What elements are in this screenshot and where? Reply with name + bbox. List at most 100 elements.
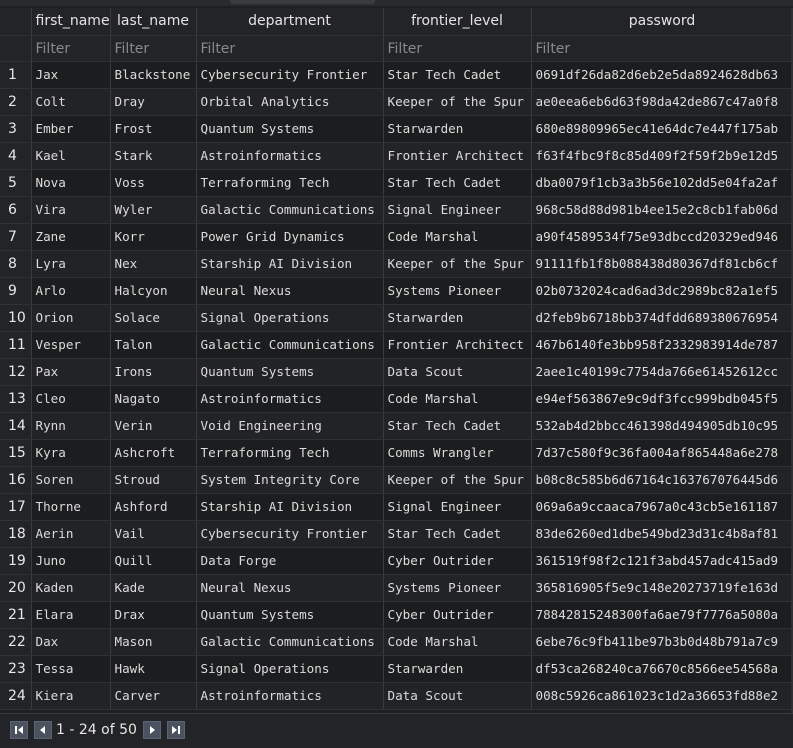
last-name-cell[interactable]: Korr	[110, 223, 197, 251]
department-cell[interactable]: Terraforming Tech	[196, 169, 384, 197]
frontier-level-cell[interactable]: Frontier Architect	[383, 142, 532, 170]
first-name-cell[interactable]: Rynn	[31, 412, 111, 440]
table-row[interactable]: 24 Kiera Carver Astroinformatics Data Scout 0…	[0, 682, 793, 710]
password-cell[interactable]: df53ca268240ca76670c8566ee54568a	[531, 655, 793, 683]
last-name-cell[interactable]: Nex	[110, 250, 197, 278]
first-name-cell[interactable]: Vesper	[31, 331, 111, 359]
last-name-cell[interactable]: Wyler	[110, 196, 197, 224]
column-header-password[interactable]: password	[531, 8, 793, 36]
last-name-cell[interactable]: Irons	[110, 358, 197, 386]
department-cell[interactable]: System Integrity Core	[196, 466, 384, 494]
last-page-button[interactable]	[166, 721, 185, 739]
department-cell[interactable]: Data Forge	[196, 547, 384, 575]
table-row[interactable]: 6 Vira Wyler Galactic Communications Signal …	[0, 196, 793, 224]
department-cell[interactable]: Quantum Systems	[196, 601, 384, 629]
department-cell[interactable]: Terraforming Tech	[196, 439, 384, 467]
department-cell[interactable]: Galactic Communications	[196, 196, 384, 224]
last-name-cell[interactable]: Talon	[110, 331, 197, 359]
frontier-level-cell[interactable]: Frontier Architect	[383, 331, 532, 359]
filter-input-password[interactable]	[533, 38, 791, 59]
first-page-button[interactable]	[10, 721, 28, 739]
first-name-cell[interactable]: Juno	[31, 547, 111, 575]
department-cell[interactable]: Orbital Analytics	[196, 88, 384, 116]
first-name-cell[interactable]: Cleo	[31, 385, 111, 413]
column-header-last-name[interactable]: last_name	[110, 8, 197, 36]
password-cell[interactable]: 2aee1c40199c7754da766e61452612cc	[531, 358, 793, 386]
department-cell[interactable]: Astroinformatics	[196, 682, 384, 710]
department-cell[interactable]: Quantum Systems	[196, 115, 384, 143]
frontier-level-cell[interactable]: Code Marshal	[383, 385, 532, 413]
first-name-cell[interactable]: Vira	[31, 196, 111, 224]
table-row[interactable]: 12 Pax Irons Quantum Systems Data Scout 2aee1…	[0, 358, 793, 386]
first-name-cell[interactable]: Tessa	[31, 655, 111, 683]
next-page-button[interactable]	[142, 721, 161, 739]
last-name-cell[interactable]: Dray	[110, 88, 197, 116]
last-name-cell[interactable]: Hawk	[110, 655, 197, 683]
table-row[interactable]: 11 Vesper Talon Galactic Communications Fron…	[0, 331, 793, 359]
department-cell[interactable]: Void Engineering	[196, 412, 384, 440]
frontier-level-cell[interactable]: Keeper of the Spur	[383, 88, 532, 116]
first-name-cell[interactable]: Nova	[31, 169, 111, 197]
last-name-cell[interactable]: Stark	[110, 142, 197, 170]
first-name-cell[interactable]: Dax	[31, 628, 111, 656]
department-cell[interactable]: Starship AI Division	[196, 250, 384, 278]
frontier-level-cell[interactable]: Star Tech Cadet	[383, 520, 532, 548]
frontier-level-cell[interactable]: Signal Engineer	[383, 493, 532, 521]
table-row[interactable]: 15 Kyra Ashcroft Terraforming Tech Comms Wra…	[0, 439, 793, 467]
table-row[interactable]: 2 Colt Dray Orbital Analytics Keeper of the …	[0, 88, 793, 116]
department-cell[interactable]: Galactic Communications	[196, 331, 384, 359]
first-name-cell[interactable]: Zane	[31, 223, 111, 251]
frontier-level-cell[interactable]: Data Scout	[383, 358, 532, 386]
first-name-cell[interactable]: Lyra	[31, 250, 111, 278]
department-cell[interactable]: Neural Nexus	[196, 277, 384, 305]
frontier-level-cell[interactable]: Starwarden	[383, 304, 532, 332]
password-cell[interactable]: 0691df26da82d6eb2e5da8924628db63	[531, 61, 793, 89]
table-row[interactable]: 7 Zane Korr Power Grid Dynamics Code Marshal…	[0, 223, 793, 251]
last-name-cell[interactable]: Drax	[110, 601, 197, 629]
password-cell[interactable]: 02b0732024cad6ad3dc2989bc82a1ef5	[531, 277, 793, 305]
first-name-cell[interactable]: Colt	[31, 88, 111, 116]
frontier-level-cell[interactable]: Systems Pioneer	[383, 277, 532, 305]
last-name-cell[interactable]: Blackstone	[110, 61, 197, 89]
password-cell[interactable]: 069a6a9ccaaca7967a0c43cb5e161187	[531, 493, 793, 521]
last-name-cell[interactable]: Nagato	[110, 385, 197, 413]
department-cell[interactable]: Starship AI Division	[196, 493, 384, 521]
first-name-cell[interactable]: Kael	[31, 142, 111, 170]
password-cell[interactable]: 467b6140fe3bb958f2332983914de787	[531, 331, 793, 359]
frontier-level-cell[interactable]: Star Tech Cadet	[383, 412, 532, 440]
department-cell[interactable]: Astroinformatics	[196, 142, 384, 170]
table-row[interactable]: 13 Cleo Nagato Astroinformatics Code Marshal…	[0, 385, 793, 413]
password-cell[interactable]: 968c58d88d981b4ee15e2c8cb1fab06d	[531, 196, 793, 224]
column-header-first-name[interactable]: first_name	[31, 8, 111, 36]
table-row[interactable]: 21 Elara Drax Quantum Systems Cyber Outrider…	[0, 601, 793, 629]
password-cell[interactable]: 83de6260ed1dbe549bd23d31c4b8af81	[531, 520, 793, 548]
column-header-department[interactable]: department	[196, 8, 384, 36]
table-row[interactable]: 19 Juno Quill Data Forge Cyber Outrider 36151…	[0, 547, 793, 575]
last-name-cell[interactable]: Vail	[110, 520, 197, 548]
last-name-cell[interactable]: Carver	[110, 682, 197, 710]
first-name-cell[interactable]: Elara	[31, 601, 111, 629]
password-cell[interactable]: 7d37c580f9c36fa004af865448a6e278	[531, 439, 793, 467]
table-row[interactable]: 16 Soren Stroud System Integrity Core Keeper…	[0, 466, 793, 494]
first-name-cell[interactable]: Soren	[31, 466, 111, 494]
frontier-level-cell[interactable]: Code Marshal	[383, 628, 532, 656]
frontier-level-cell[interactable]: Star Tech Cadet	[383, 61, 532, 89]
department-cell[interactable]: Quantum Systems	[196, 358, 384, 386]
first-name-cell[interactable]: Pax	[31, 358, 111, 386]
table-row[interactable]: 18 Aerin Vail Cybersecurity Frontier Star Te…	[0, 520, 793, 548]
frontier-level-cell[interactable]: Systems Pioneer	[383, 574, 532, 602]
first-name-cell[interactable]: Orion	[31, 304, 111, 332]
password-cell[interactable]: e94ef563867e9c9df3fcc999bdb045f5	[531, 385, 793, 413]
department-cell[interactable]: Cybersecurity Frontier	[196, 520, 384, 548]
last-name-cell[interactable]: Verin	[110, 412, 197, 440]
table-row[interactable]: 5 Nova Voss Terraforming Tech Star Tech Cade…	[0, 169, 793, 197]
department-cell[interactable]: Cybersecurity Frontier	[196, 61, 384, 89]
column-header-frontier-level[interactable]: frontier_level	[383, 8, 532, 36]
frontier-level-cell[interactable]: Data Scout	[383, 682, 532, 710]
table-row[interactable]: 3 Ember Frost Quantum Systems Starwarden 680e…	[0, 115, 793, 143]
first-name-cell[interactable]: Aerin	[31, 520, 111, 548]
password-cell[interactable]: 008c5926ca861023c1d2a36653fd88e2	[531, 682, 793, 710]
password-cell[interactable]: 365816905f5e9c148e20273719fe163d	[531, 574, 793, 602]
last-name-cell[interactable]: Kade	[110, 574, 197, 602]
password-cell[interactable]: dba0079f1cb3a3b56e102dd5e04fa2af	[531, 169, 793, 197]
